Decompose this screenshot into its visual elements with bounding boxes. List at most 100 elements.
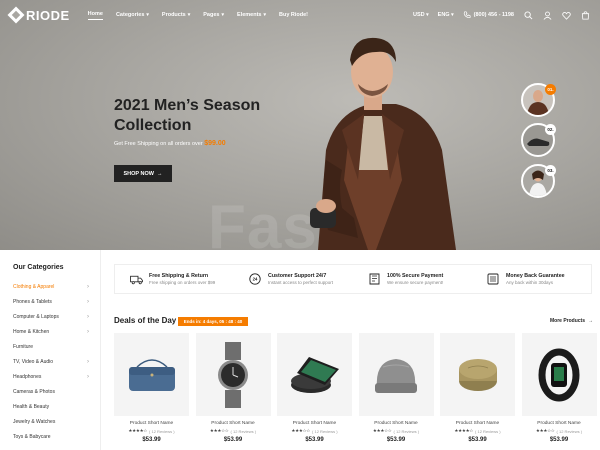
support-icon: 24	[248, 272, 262, 286]
rating-stars: ★★★☆☆	[209, 428, 229, 433]
band-icon	[538, 348, 580, 401]
rating-stars: ★★★☆☆	[372, 428, 392, 433]
deals-title: Deals of the Day	[114, 316, 177, 325]
feature-shipping: Free Shipping & Return Free shipping on o…	[115, 272, 234, 286]
currency-select[interactable]: USD ▾	[413, 12, 429, 18]
charger-icon	[290, 356, 339, 393]
sidebar-item-home-kitchen[interactable]: Home & Kitchen ›	[13, 324, 89, 339]
arrow-right-icon: →	[156, 170, 163, 177]
product-price: $53.99	[549, 437, 569, 443]
chevron-right-icon: ›	[87, 373, 89, 380]
rating-stars: ★★★☆☆	[291, 428, 311, 433]
shield-icon	[367, 272, 381, 286]
product-price: $53.99	[305, 437, 324, 443]
phone-contact[interactable]: (800) 456 - 1198	[463, 11, 514, 19]
chevron-down-icon: ▾	[263, 12, 266, 18]
product-image[interactable]	[358, 333, 434, 416]
brand-name: RIODE	[26, 7, 70, 23]
nav-item-categories[interactable]: Categories ▾	[116, 11, 149, 20]
hero-model-image	[310, 37, 456, 250]
product-card[interactable]: Product Short Name ★★★★☆( 12 Reviews ) $…	[440, 333, 515, 443]
rating-stars: ★★★★☆	[454, 428, 474, 433]
money-icon	[486, 272, 500, 286]
more-products-link[interactable]: More Products →	[550, 318, 593, 324]
sidebar-item-furniture[interactable]: Furniture	[13, 339, 89, 354]
chevron-right-icon: ›	[87, 283, 89, 290]
product-price: $53.99	[142, 437, 161, 443]
sidebar-title: Our Categories	[13, 264, 64, 271]
hero-title: 2021 Men’s Season Collection	[114, 97, 261, 134]
site-header: RIODE Home Categories ▾ Products ▾ Pages ▾ …	[0, 0, 600, 30]
chevron-down-icon: ▾	[451, 12, 454, 18]
cart-icon[interactable]	[580, 10, 590, 20]
sidebar-item-headphones[interactable]: Headphones ›	[13, 369, 89, 384]
brand-logo[interactable]: RIODE	[7, 6, 70, 24]
chevron-right-icon: ›	[87, 313, 89, 320]
sidebar-item-health[interactable]: Health & Beauty	[13, 399, 89, 414]
header-actions: USD ▾ ENG ▾ (800) 456 - 1198	[413, 10, 590, 20]
category-sidebar: Our Categories Clothing & Apparel › Phone…	[0, 250, 101, 450]
page: Fashion RIODE Home	[0, 0, 600, 450]
product-price: $53.99	[223, 437, 243, 443]
product-image[interactable]	[521, 333, 597, 416]
hero-thumb-3-number: 03.	[545, 165, 556, 176]
product-image[interactable]	[114, 333, 189, 416]
feature-payment: 100% Secure Payment We ensure secure paym…	[353, 272, 472, 286]
watch-icon	[218, 341, 248, 408]
product-image[interactable]	[195, 333, 271, 416]
nav-item-home[interactable]: Home	[87, 11, 103, 20]
product-card[interactable]: Product Short Name ★★★☆☆( 12 Reviews ) $…	[521, 333, 597, 443]
hero-banner: Fashion RIODE Home	[0, 0, 600, 250]
sidebar-item-cameras[interactable]: Cameras & Photos	[13, 384, 89, 399]
sidebar-item-tv-audio[interactable]: TV, Video & Audio ›	[13, 354, 89, 369]
rating-stars: ★★★☆☆	[535, 428, 555, 433]
arrow-right-icon: →	[588, 318, 594, 324]
sidebar-item-computers[interactable]: Computer & Laptops ›	[13, 309, 89, 324]
user-icon[interactable]	[542, 10, 552, 20]
sidebar-item-jewelry[interactable]: Jewelry & Watches	[13, 414, 89, 429]
chevron-right-icon: ›	[87, 358, 89, 365]
sidebar-item-clothing[interactable]: Clothing & Apparel ›	[13, 279, 89, 294]
search-icon[interactable]	[523, 10, 533, 20]
chevron-right-icon: ›	[87, 328, 89, 335]
chevron-down-icon: ▾	[426, 12, 429, 18]
product-card[interactable]: Product Short Name ★★★☆☆( 12 Reviews ) $…	[358, 333, 434, 443]
chevron-right-icon: ›	[87, 298, 89, 305]
chevron-down-icon: ▾	[221, 12, 224, 18]
phone-icon	[463, 11, 471, 18]
bag-icon	[128, 358, 175, 391]
chevron-down-icon: ▾	[187, 12, 191, 18]
rating-stars: ★★★★☆	[128, 428, 148, 433]
beanie-icon	[375, 358, 417, 393]
nav-item-pages[interactable]: Pages ▾	[203, 11, 224, 20]
hero-subtitle: Get Free Shipping on all orders over $99…	[114, 140, 226, 147]
nav-item-elements[interactable]: Elements ▾	[237, 11, 266, 20]
soap-icon	[458, 358, 497, 391]
truck-icon	[129, 272, 143, 286]
heart-icon[interactable]	[561, 10, 571, 20]
product-card[interactable]: Product Short Name ★★★★☆( 12 Reviews ) $…	[114, 333, 189, 443]
language-select[interactable]: ENG ▾	[438, 12, 454, 18]
product-card[interactable]: Product Short Name ★★★☆☆( 12 Reviews ) $…	[195, 333, 271, 443]
logo-diamond-icon	[7, 6, 25, 24]
product-image[interactable]	[277, 333, 352, 416]
sidebar-item-phones[interactable]: Phones & Tablets ›	[13, 294, 89, 309]
sidebar-item-toys[interactable]: Toys & Babycare	[13, 429, 89, 444]
product-image[interactable]	[440, 333, 515, 416]
product-grid: Product Short Name ★★★★☆( 12 Reviews ) $…	[114, 333, 597, 443]
feature-support: 24 Customer Support 24/7 Instant access t…	[234, 272, 353, 286]
deals-countdown-badge: Ends in: 4 days, 05 : 48 : 40	[178, 317, 248, 326]
nav-item-products[interactable]: Products ▾	[162, 11, 190, 20]
hero-thumb-1-number: 01.	[545, 84, 556, 95]
features-bar: Free Shipping & Return Free shipping on o…	[114, 264, 592, 294]
main-nav: Home Categories ▾ Products ▾ Pages ▾ Elemen…	[87, 11, 308, 20]
hero-thumb-2-number: 02.	[545, 124, 556, 135]
shop-now-button[interactable]: SHOP NOW →	[114, 165, 172, 182]
svg-text:24: 24	[253, 277, 258, 282]
feature-money-back: Money Back Guarantee Any back within 30da…	[472, 272, 591, 286]
product-price: $53.99	[468, 437, 487, 443]
product-price: $53.99	[386, 437, 406, 443]
product-card[interactable]: Product Short Name ★★★☆☆( 12 Reviews ) $…	[277, 333, 352, 443]
chevron-down-icon: ▾	[146, 12, 149, 18]
nav-item-buy[interactable]: Buy Riode!	[279, 11, 308, 20]
